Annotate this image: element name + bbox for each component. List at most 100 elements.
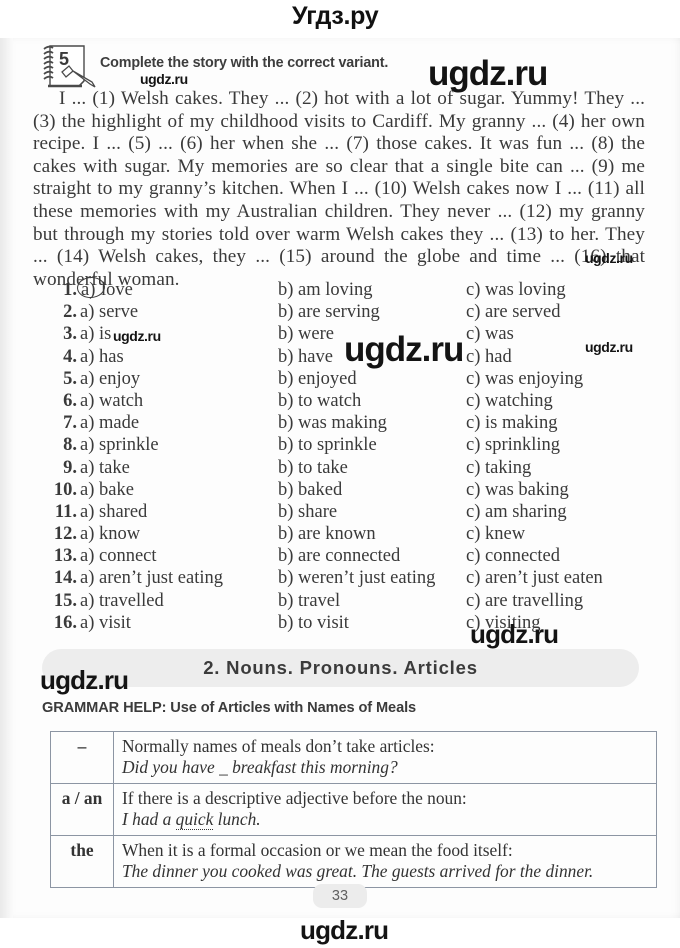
option-choice-c[interactable]: c) aren’t just eaten (466, 567, 603, 589)
option-row: 7. a) made b) was making c) is making (47, 412, 647, 434)
option-choice-a[interactable]: a) enjoy (80, 368, 140, 390)
option-choice-b[interactable]: b) baked (278, 479, 342, 501)
option-row: 16. a) visit b) to visit c) visiting (47, 612, 647, 634)
option-choice-a[interactable]: a) travelled (80, 590, 164, 612)
option-choice-b[interactable]: b) share (278, 501, 337, 523)
article-key: the (50, 835, 114, 888)
option-choice-c[interactable]: c) was (466, 323, 514, 345)
option-choice-c[interactable]: c) sprinkling (466, 434, 560, 456)
option-choice-a[interactable]: a) love (80, 279, 133, 301)
option-choice-a[interactable]: a) take (80, 457, 130, 479)
option-choice-b[interactable]: b) was making (278, 412, 387, 434)
option-choice-b[interactable]: b) to watch (278, 390, 361, 412)
articles-table-row: – Normally names of meals don’t take arti… (50, 731, 657, 784)
option-number: 1. (63, 280, 77, 300)
section-banner: 2. Nouns. Pronouns. Articles (42, 649, 639, 687)
option-choice-a[interactable]: a) made (80, 412, 139, 434)
option-choice-c[interactable]: c) connected (466, 545, 560, 567)
article-rule-cell: Normally names of meals don’t take artic… (113, 731, 657, 784)
option-row: 10. a) bake b) baked c) was baking (47, 479, 647, 501)
option-choice-a[interactable]: a) shared (80, 501, 147, 523)
option-number: 2. (63, 302, 77, 323)
option-choice-c[interactable]: c) visiting (466, 612, 541, 634)
option-choice-c[interactable]: c) was baking (466, 479, 569, 501)
watermark: ugdz.ru (300, 915, 389, 945)
articles-table-row: the When it is a formal occasion or we me… (50, 835, 657, 888)
option-number: 4. (63, 346, 77, 367)
story-paragraph: I ... (1) Welsh cakes. They ... (2) hot … (33, 88, 645, 290)
option-choice-c[interactable]: c) am sharing (466, 501, 567, 523)
option-choice-a[interactable]: a) sprinkle (80, 434, 159, 456)
option-choice-a[interactable]: a) has (80, 346, 124, 368)
option-choice-c[interactable]: c) had (466, 346, 512, 368)
option-choice-b[interactable]: b) were (278, 323, 334, 345)
option-number: 16. (53, 612, 77, 633)
option-row: 3. a) is b) were c) was (47, 323, 647, 345)
option-choice-b[interactable]: b) am loving (278, 279, 373, 301)
option-choice-b[interactable]: b) to sprinkle (278, 434, 377, 456)
option-choice-a[interactable]: a) is (80, 323, 111, 345)
articles-rules-table: – Normally names of meals don’t take arti… (50, 731, 657, 888)
option-choice-a[interactable]: a) connect (80, 545, 157, 567)
option-number: 7. (63, 413, 77, 434)
option-number: 14. (53, 568, 77, 589)
option-choice-b[interactable]: b) to take (278, 457, 348, 479)
option-row: 15. a) travelled b) travel c) are travellin… (47, 590, 647, 612)
option-number: 12. (53, 524, 77, 545)
option-choice-c[interactable]: c) are travelling (466, 590, 583, 612)
option-row: 13. a) connect b) are connected c) connecte… (47, 545, 647, 567)
option-choice-a[interactable]: a) aren’t just eating (80, 567, 223, 589)
article-example-text: The dinner you cooked was great. The gue… (122, 861, 594, 881)
option-number: 5. (63, 368, 77, 389)
option-choice-b[interactable]: b) have (278, 346, 333, 368)
option-choice-b[interactable]: b) enjoyed (278, 368, 357, 390)
example-emphasis: quick (175, 809, 214, 830)
site-title: Угдз.ру (292, 2, 379, 30)
option-number: 3. (63, 324, 77, 345)
option-row: 2. a) serve b) are serving c) are served (47, 301, 647, 323)
option-number: 6. (63, 390, 77, 411)
option-choice-a[interactable]: a) serve (80, 301, 138, 323)
option-choice-c[interactable]: c) is making (466, 412, 557, 434)
article-example-text: I had a quick lunch. (122, 809, 261, 830)
page-number: 33 (313, 884, 367, 908)
article-rule-text: When it is a formal occasion or we mean … (122, 840, 513, 860)
svg-text:5: 5 (59, 49, 69, 69)
option-choice-b[interactable]: b) travel (278, 590, 340, 612)
option-choice-c[interactable]: c) was enjoying (466, 368, 583, 390)
option-number: 9. (63, 457, 77, 478)
option-choice-c[interactable]: c) was loving (466, 279, 566, 301)
option-row: 8. a) sprinkle b) to sprinkle c) sprinkling (47, 434, 647, 456)
option-choice-a[interactable]: a) watch (80, 390, 143, 412)
article-rule-cell: When it is a formal occasion or we mean … (113, 835, 657, 888)
option-row: 9. a) take b) to take c) taking (47, 457, 647, 479)
article-example-text: Did you have _ breakfast this morning? (122, 757, 398, 777)
option-choice-c[interactable]: c) taking (466, 457, 531, 479)
task-instruction: Complete the story with the correct vari… (100, 55, 389, 71)
option-number: 10. (53, 479, 77, 500)
option-number: 13. (53, 546, 77, 567)
option-choice-c[interactable]: c) are served (466, 301, 561, 323)
option-choice-b[interactable]: b) weren’t just eating (278, 567, 435, 589)
option-choice-a[interactable]: a) bake (80, 479, 134, 501)
section-title: 2. Nouns. Pronouns. Articles (203, 657, 478, 678)
option-choice-c[interactable]: c) knew (466, 523, 525, 545)
article-rule-text: If there is a descriptive adjective befo… (122, 788, 467, 808)
selected-answer-circle: a) (81, 280, 96, 300)
grammar-help-label: GRAMMAR HELP: Use of Articles with Names… (42, 700, 417, 716)
option-choice-b[interactable]: b) are serving (278, 301, 380, 323)
article-key: a / an (50, 783, 114, 836)
option-choice-a[interactable]: a) visit (80, 612, 131, 634)
option-row: 14. a) aren’t just eating b) weren’t just … (47, 567, 647, 589)
option-row: 5. a) enjoy b) enjoyed c) was enjoying (47, 368, 647, 390)
article-rule-text: Normally names of meals don’t take artic… (122, 736, 435, 756)
articles-table-body: – Normally names of meals don’t take arti… (50, 731, 657, 888)
option-row: 12. a) know b) are known c) knew (47, 523, 647, 545)
option-choice-b[interactable]: b) are connected (278, 545, 400, 567)
option-choice-c[interactable]: c) watching (466, 390, 553, 412)
option-choice-a[interactable]: a) know (80, 523, 140, 545)
option-choice-b[interactable]: b) are known (278, 523, 376, 545)
option-number: 8. (63, 435, 77, 456)
option-choice-b[interactable]: b) to visit (278, 612, 349, 634)
option-number: 15. (53, 590, 77, 611)
